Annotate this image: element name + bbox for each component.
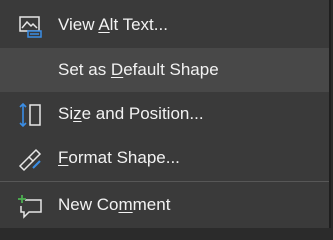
new-comment-icon — [17, 193, 43, 219]
context-menu: View Alt Text... Set as Default Shape Si… — [0, 0, 331, 228]
menu-item-size-and-position[interactable]: Size and Position... — [0, 92, 329, 136]
alt-text-icon — [17, 13, 43, 39]
menu-item-label: New Comment — [58, 195, 171, 214]
menu-separator — [0, 181, 329, 182]
menu-item-format-shape[interactable]: Format Shape... — [0, 136, 329, 180]
menu-item-view-alt-text[interactable]: View Alt Text... — [0, 3, 329, 47]
menu-item-label: View Alt Text... — [58, 15, 168, 34]
menu-item-set-default-shape[interactable]: Set as Default Shape — [0, 48, 329, 92]
format-shape-icon — [17, 146, 43, 172]
menu-item-label: Set as Default Shape — [58, 60, 219, 79]
menu-item-new-comment[interactable]: New Comment — [0, 183, 329, 227]
menu-item-label: Format Shape... — [58, 148, 180, 167]
size-position-icon — [17, 102, 43, 128]
menu-item-label: Size and Position... — [58, 104, 204, 123]
